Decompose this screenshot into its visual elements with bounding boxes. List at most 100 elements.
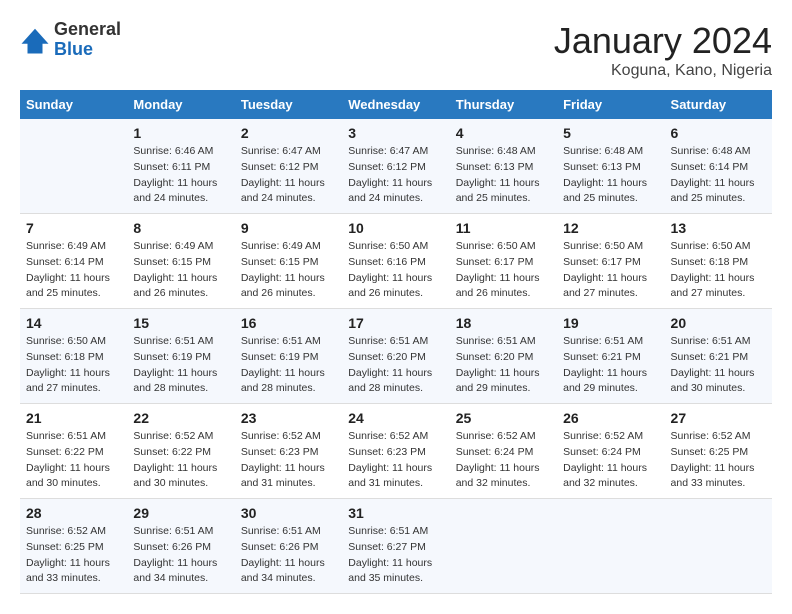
day-number: 16 (241, 315, 336, 331)
day-number: 1 (133, 125, 228, 141)
day-number: 5 (563, 125, 658, 141)
day-number: 7 (26, 220, 121, 236)
calendar-cell: 2 Sunrise: 6:47 AMSunset: 6:12 PMDaylight… (235, 119, 342, 214)
page-header: General Blue January 2024 Koguna, Kano, … (20, 20, 772, 80)
calendar-cell (450, 499, 557, 594)
calendar-cell: 4Sunrise: 6:48 AMSunset: 6:13 PMDaylight… (450, 119, 557, 214)
day-info: Sunrise: 6:50 AMSunset: 6:18 PMDaylight:… (671, 239, 766, 302)
header-day-thursday: Thursday (450, 90, 557, 119)
calendar-cell (557, 499, 664, 594)
calendar-cell: 12 Sunrise: 6:50 AMSunset: 6:17 PMDayligh… (557, 214, 664, 309)
calendar-cell: 7Sunrise: 6:49 AMSunset: 6:14 PMDaylight… (20, 214, 127, 309)
header-day-monday: Monday (127, 90, 234, 119)
day-info: Sunrise: 6:51 AMSunset: 6:27 PMDaylight:… (348, 524, 443, 587)
day-info: Sunrise: 6:47 AMSunset: 6:12 PMDaylight:… (348, 144, 443, 207)
day-info: Sunrise: 6:51 AMSunset: 6:19 PMDaylight:… (133, 334, 228, 397)
day-info: Sunrise: 6:46 AMSunset: 6:11 PMDaylight:… (133, 144, 228, 207)
day-info: Sunrise: 6:50 AMSunset: 6:18 PMDaylight:… (26, 334, 121, 397)
calendar-week-row: 7Sunrise: 6:49 AMSunset: 6:14 PMDaylight… (20, 214, 772, 309)
day-number: 11 (456, 220, 551, 236)
calendar-cell: 1 Sunrise: 6:46 AMSunset: 6:11 PMDaylight… (127, 119, 234, 214)
calendar-cell: 28Sunrise: 6:52 AMSunset: 6:25 PMDayligh… (20, 499, 127, 594)
day-number: 3 (348, 125, 443, 141)
header-day-wednesday: Wednesday (342, 90, 449, 119)
day-number: 23 (241, 410, 336, 426)
calendar-cell: 20 Sunrise: 6:51 AMSunset: 6:21 PMDayligh… (665, 309, 772, 404)
calendar-cell: 6Sunrise: 6:48 AMSunset: 6:14 PMDaylight… (665, 119, 772, 214)
calendar-week-row: 14 Sunrise: 6:50 AMSunset: 6:18 PMDayligh… (20, 309, 772, 404)
day-number: 22 (133, 410, 228, 426)
day-info: Sunrise: 6:52 AMSunset: 6:25 PMDaylight:… (671, 429, 766, 492)
day-info: Sunrise: 6:47 AMSunset: 6:12 PMDaylight:… (241, 144, 336, 207)
calendar-cell: 18 Sunrise: 6:51 AMSunset: 6:20 PMDayligh… (450, 309, 557, 404)
day-number: 21 (26, 410, 121, 426)
day-number: 6 (671, 125, 766, 141)
day-number: 19 (563, 315, 658, 331)
calendar-week-row: 21 Sunrise: 6:51 AMSunset: 6:22 PMDayligh… (20, 404, 772, 499)
day-info: Sunrise: 6:51 AMSunset: 6:19 PMDaylight:… (241, 334, 336, 397)
day-number: 17 (348, 315, 443, 331)
day-number: 15 (133, 315, 228, 331)
day-number: 2 (241, 125, 336, 141)
day-info: Sunrise: 6:50 AMSunset: 6:16 PMDaylight:… (348, 239, 443, 302)
day-info: Sunrise: 6:51 AMSunset: 6:26 PMDaylight:… (241, 524, 336, 587)
calendar-cell: 16 Sunrise: 6:51 AMSunset: 6:19 PMDayligh… (235, 309, 342, 404)
day-info: Sunrise: 6:51 AMSunset: 6:22 PMDaylight:… (26, 429, 121, 492)
calendar-cell: 3 Sunrise: 6:47 AMSunset: 6:12 PMDaylight… (342, 119, 449, 214)
day-info: Sunrise: 6:50 AMSunset: 6:17 PMDaylight:… (456, 239, 551, 302)
day-number: 18 (456, 315, 551, 331)
day-number: 29 (133, 505, 228, 521)
logo-text: General Blue (54, 20, 121, 60)
title-block: January 2024 Koguna, Kano, Nigeria (554, 20, 772, 80)
calendar-cell (20, 119, 127, 214)
calendar-cell: 27Sunrise: 6:52 AMSunset: 6:25 PMDayligh… (665, 404, 772, 499)
calendar-week-row: 28Sunrise: 6:52 AMSunset: 6:25 PMDayligh… (20, 499, 772, 594)
day-number: 10 (348, 220, 443, 236)
day-info: Sunrise: 6:52 AMSunset: 6:22 PMDaylight:… (133, 429, 228, 492)
calendar-cell: 17 Sunrise: 6:51 AMSunset: 6:20 PMDayligh… (342, 309, 449, 404)
day-info: Sunrise: 6:52 AMSunset: 6:24 PMDaylight:… (563, 429, 658, 492)
calendar-cell: 23Sunrise: 6:52 AMSunset: 6:23 PMDayligh… (235, 404, 342, 499)
calendar-week-row: 1 Sunrise: 6:46 AMSunset: 6:11 PMDaylight… (20, 119, 772, 214)
day-info: Sunrise: 6:51 AMSunset: 6:21 PMDaylight:… (563, 334, 658, 397)
calendar-cell: 29Sunrise: 6:51 AMSunset: 6:26 PMDayligh… (127, 499, 234, 594)
calendar-cell: 14 Sunrise: 6:50 AMSunset: 6:18 PMDayligh… (20, 309, 127, 404)
calendar-cell: 21 Sunrise: 6:51 AMSunset: 6:22 PMDayligh… (20, 404, 127, 499)
day-info: Sunrise: 6:51 AMSunset: 6:21 PMDaylight:… (671, 334, 766, 397)
day-number: 12 (563, 220, 658, 236)
day-info: Sunrise: 6:51 AMSunset: 6:20 PMDaylight:… (456, 334, 551, 397)
logo: General Blue (20, 20, 121, 60)
calendar-cell: 31Sunrise: 6:51 AMSunset: 6:27 PMDayligh… (342, 499, 449, 594)
main-title: January 2024 (554, 20, 772, 62)
calendar-table: SundayMondayTuesdayWednesdayThursdayFrid… (20, 90, 772, 594)
day-info: Sunrise: 6:49 AMSunset: 6:15 PMDaylight:… (241, 239, 336, 302)
day-number: 26 (563, 410, 658, 426)
day-number: 28 (26, 505, 121, 521)
logo-icon (20, 25, 50, 55)
calendar-cell: 25Sunrise: 6:52 AMSunset: 6:24 PMDayligh… (450, 404, 557, 499)
day-number: 25 (456, 410, 551, 426)
calendar-cell: 10 Sunrise: 6:50 AMSunset: 6:16 PMDayligh… (342, 214, 449, 309)
calendar-cell: 30Sunrise: 6:51 AMSunset: 6:26 PMDayligh… (235, 499, 342, 594)
logo-general: General (54, 20, 121, 40)
day-info: Sunrise: 6:48 AMSunset: 6:13 PMDaylight:… (563, 144, 658, 207)
day-info: Sunrise: 6:49 AMSunset: 6:15 PMDaylight:… (133, 239, 228, 302)
subtitle: Koguna, Kano, Nigeria (554, 62, 772, 80)
calendar-cell: 26 Sunrise: 6:52 AMSunset: 6:24 PMDayligh… (557, 404, 664, 499)
calendar-cell (665, 499, 772, 594)
day-number: 13 (671, 220, 766, 236)
calendar-cell: 19 Sunrise: 6:51 AMSunset: 6:21 PMDayligh… (557, 309, 664, 404)
day-number: 9 (241, 220, 336, 236)
calendar-cell: 8 Sunrise: 6:49 AMSunset: 6:15 PMDaylight… (127, 214, 234, 309)
header-day-saturday: Saturday (665, 90, 772, 119)
day-info: Sunrise: 6:50 AMSunset: 6:17 PMDaylight:… (563, 239, 658, 302)
calendar-cell: 5 Sunrise: 6:48 AMSunset: 6:13 PMDaylight… (557, 119, 664, 214)
day-number: 24 (348, 410, 443, 426)
calendar-cell: 13 Sunrise: 6:50 AMSunset: 6:18 PMDayligh… (665, 214, 772, 309)
calendar-header-row: SundayMondayTuesdayWednesdayThursdayFrid… (20, 90, 772, 119)
logo-blue: Blue (54, 40, 121, 60)
day-number: 8 (133, 220, 228, 236)
day-info: Sunrise: 6:51 AMSunset: 6:20 PMDaylight:… (348, 334, 443, 397)
day-number: 20 (671, 315, 766, 331)
day-number: 14 (26, 315, 121, 331)
